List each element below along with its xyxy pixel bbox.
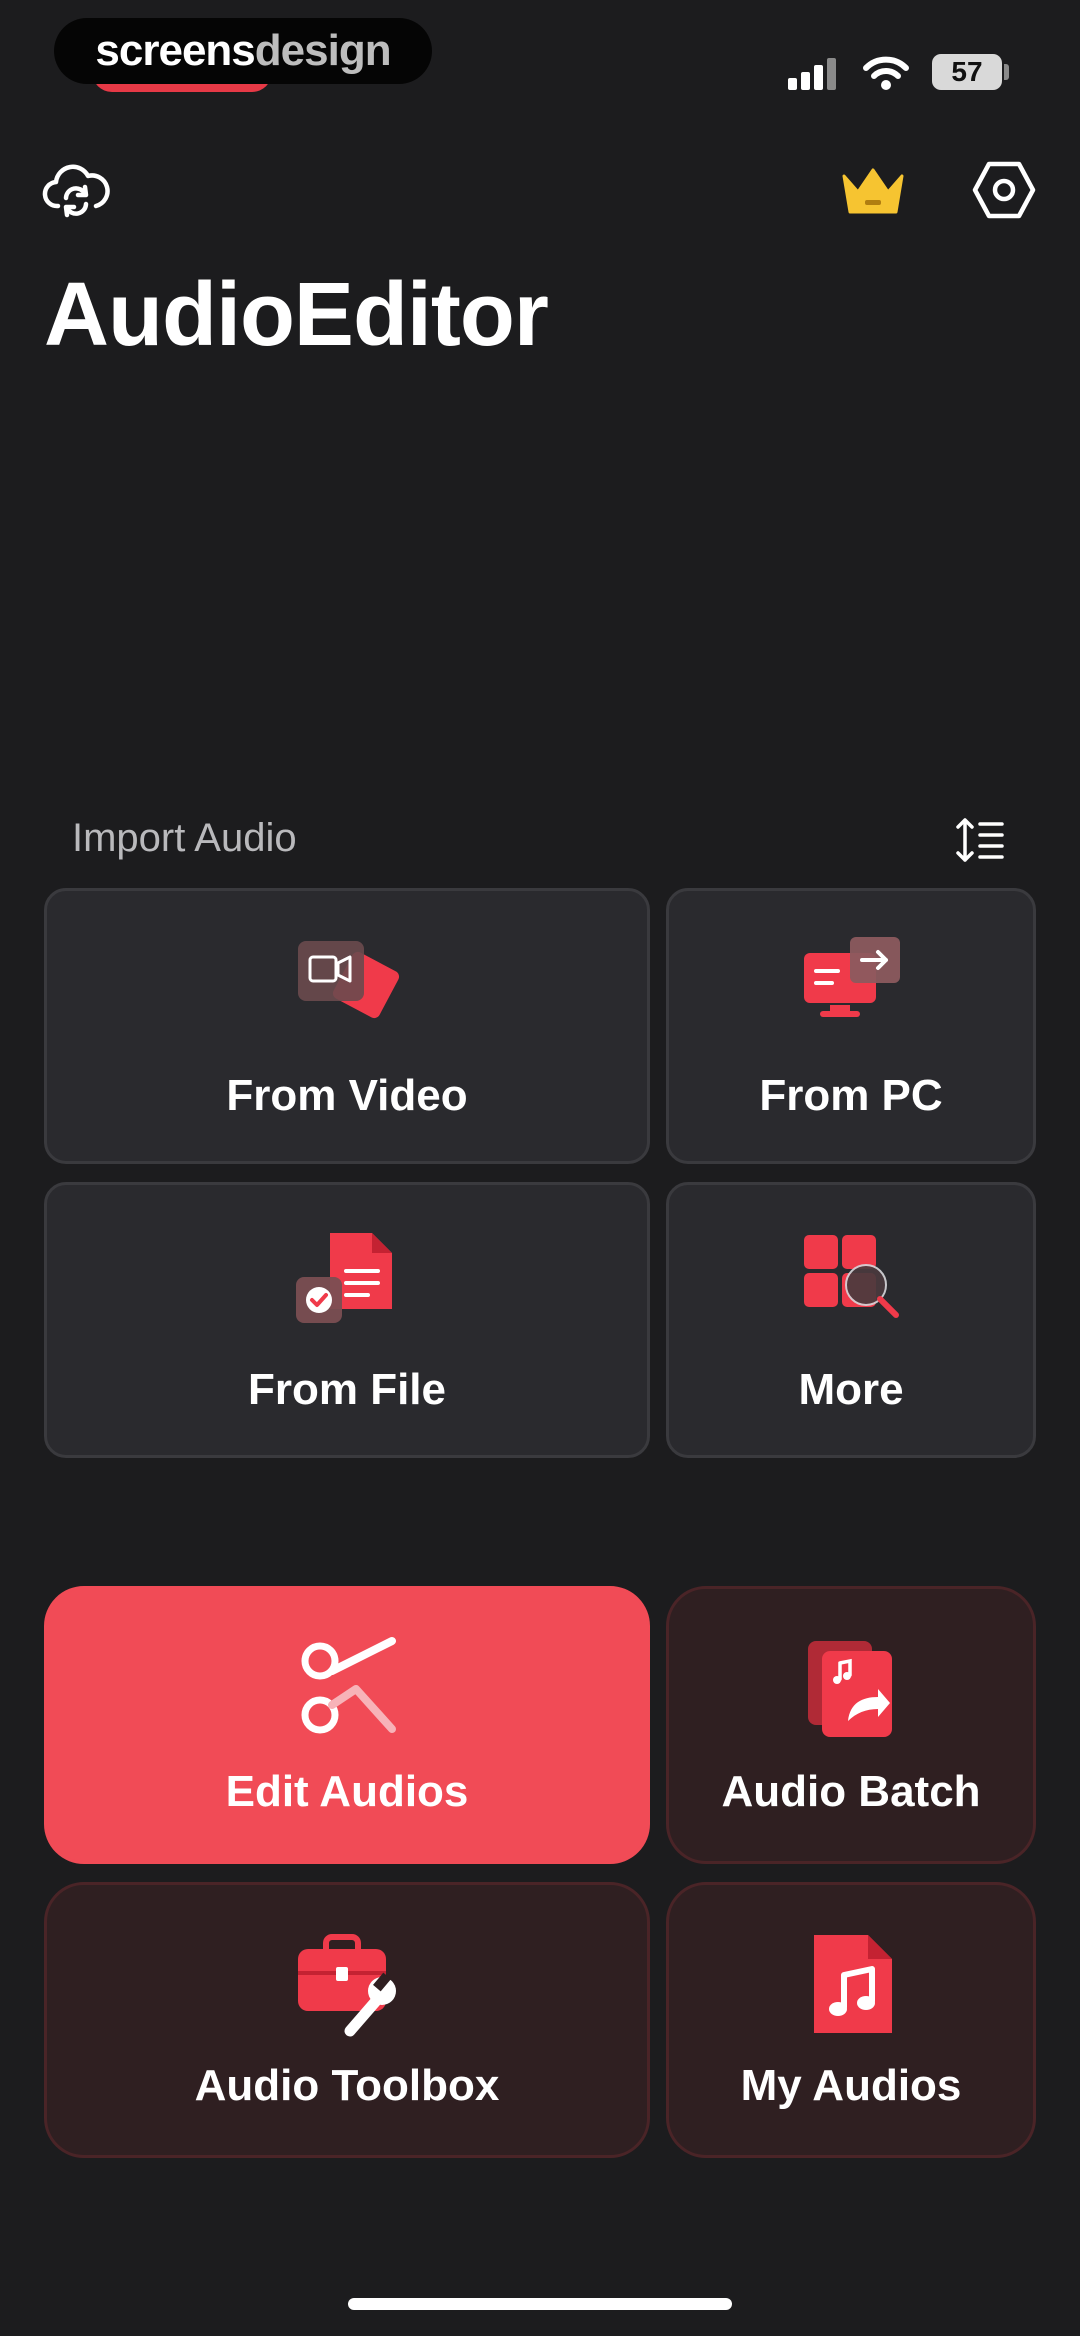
audio-batch-icon: [808, 1641, 892, 1737]
cloud-sync-icon[interactable]: [42, 162, 110, 220]
import-audio-label: Import Audio: [72, 816, 297, 860]
audio-toolbox-label: Audio Toolbox: [194, 2061, 500, 2110]
video-icon: [298, 941, 400, 1019]
edit-audios-button[interactable]: Edit Audios: [44, 1586, 650, 1864]
pc-transfer-icon: [804, 937, 900, 1017]
crown-icon[interactable]: [838, 164, 908, 218]
battery-cap: [1004, 64, 1009, 80]
home-indicator: [348, 2298, 732, 2310]
watermark-part2: design: [254, 26, 392, 75]
audio-toolbox-button[interactable]: Audio Toolbox: [44, 1882, 650, 2158]
wifi-icon: [863, 56, 909, 90]
cellular-signal-icon: [788, 58, 836, 90]
my-audios-button[interactable]: My Audios: [666, 1882, 1036, 2158]
file-icon: [296, 1233, 392, 1323]
settings-icon[interactable]: [972, 160, 1036, 220]
watermark: screens design: [54, 18, 432, 84]
from-video-label: From Video: [226, 1071, 468, 1120]
app-title: AudioEditor: [44, 265, 549, 365]
more-label: More: [798, 1365, 904, 1414]
from-file-tile[interactable]: From File: [44, 1182, 650, 1458]
battery-level: 57: [932, 54, 1002, 90]
edit-audios-label: Edit Audios: [225, 1767, 469, 1816]
more-grid-icon: [804, 1235, 899, 1318]
my-audios-label: My Audios: [740, 2061, 962, 2110]
sort-icon[interactable]: [956, 816, 1006, 864]
from-pc-label: From PC: [759, 1071, 943, 1120]
more-tile[interactable]: More: [666, 1182, 1036, 1458]
from-video-tile[interactable]: From Video: [44, 888, 650, 1164]
from-pc-tile[interactable]: From PC: [666, 888, 1036, 1164]
toolbox-icon: [298, 1934, 396, 2037]
music-file-icon: [814, 1935, 892, 2033]
watermark-part1: screens: [95, 26, 255, 75]
scissors-icon: [301, 1637, 396, 1734]
audio-batch-button[interactable]: Audio Batch: [666, 1586, 1036, 1864]
from-file-label: From File: [247, 1365, 447, 1414]
audio-batch-label: Audio Batch: [721, 1767, 981, 1816]
